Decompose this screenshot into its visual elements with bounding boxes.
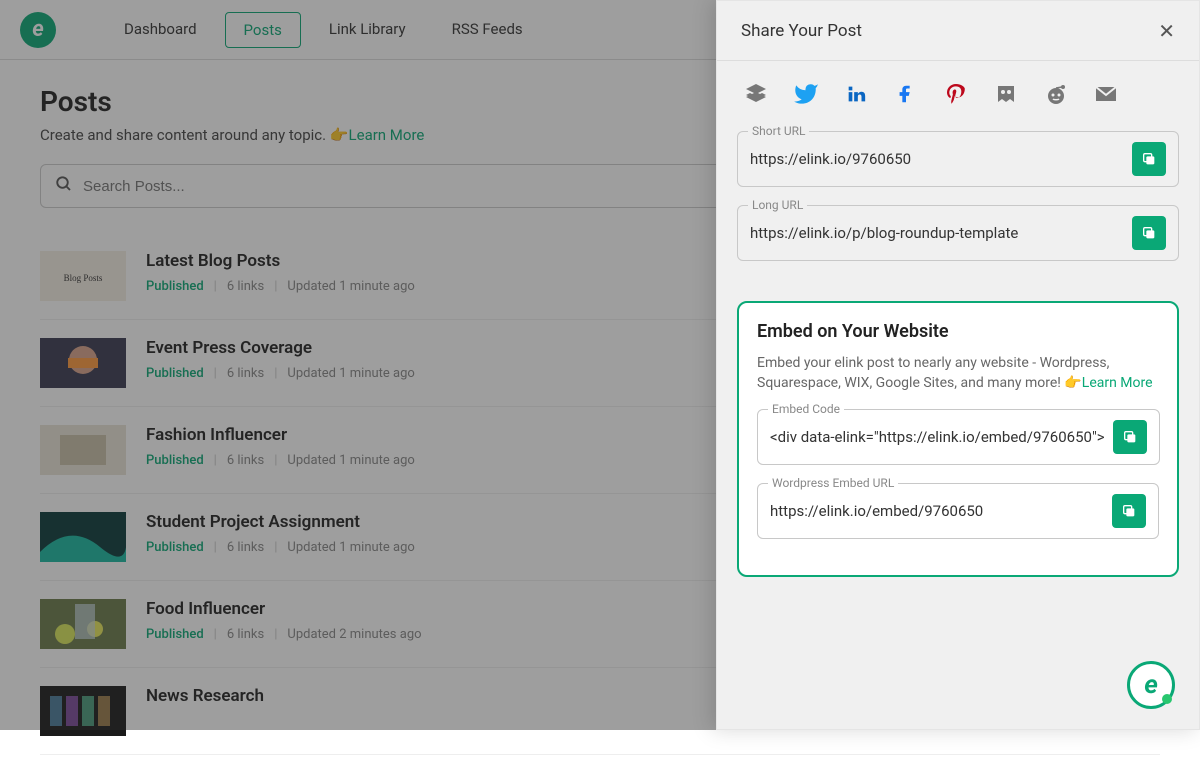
modal-overlay[interactable] [0, 0, 716, 730]
close-icon[interactable]: ✕ [1158, 19, 1175, 43]
copy-wordpress-url-button[interactable] [1112, 494, 1146, 528]
copy-embed-code-button[interactable] [1113, 420, 1147, 454]
facebook-icon[interactable] [893, 81, 919, 107]
email-icon[interactable] [1093, 81, 1119, 107]
linkedin-icon[interactable] [843, 81, 869, 107]
copy-short-url-button[interactable] [1132, 142, 1166, 176]
buffer-icon[interactable] [743, 81, 769, 107]
social-share-row [737, 81, 1179, 107]
embed-code-label: Embed Code [768, 402, 844, 416]
long-url-field: Long URL https://elink.io/p/blog-roundup… [737, 205, 1179, 261]
twitter-icon[interactable] [793, 81, 819, 107]
share-panel: Share Your Post ✕ Short URL https://elin… [716, 0, 1200, 730]
panel-title: Share Your Post [741, 21, 862, 41]
short-url-value[interactable]: https://elink.io/9760650 [750, 150, 1124, 168]
hootsuite-icon[interactable] [993, 81, 1019, 107]
short-url-field: Short URL https://elink.io/9760650 [737, 131, 1179, 187]
embed-learn-more-link[interactable]: Learn More [1082, 375, 1153, 391]
reddit-icon[interactable] [1043, 81, 1069, 107]
help-widget[interactable]: e [1127, 661, 1175, 709]
embed-title: Embed on Your Website [757, 321, 1159, 342]
pointer-icon: 👉 [1064, 374, 1081, 394]
embed-code-field: Embed Code <div data-elink="https://elin… [757, 409, 1160, 465]
embed-card: Embed on Your Website Embed your elink p… [737, 301, 1179, 577]
short-url-label: Short URL [748, 124, 809, 138]
pinterest-icon[interactable] [943, 81, 969, 107]
copy-long-url-button[interactable] [1132, 216, 1166, 250]
long-url-value[interactable]: https://elink.io/p/blog-roundup-template [750, 224, 1124, 242]
long-url-label: Long URL [748, 198, 807, 212]
wordpress-url-label: Wordpress Embed URL [768, 476, 898, 490]
wordpress-url-field: Wordpress Embed URL https://elink.io/emb… [757, 483, 1159, 539]
wordpress-url-value[interactable]: https://elink.io/embed/9760650 [770, 502, 1104, 520]
embed-code-value[interactable]: <div data-elink="https://elink.io/embed/… [770, 428, 1105, 446]
embed-description: Embed your elink post to nearly any webs… [757, 354, 1159, 393]
